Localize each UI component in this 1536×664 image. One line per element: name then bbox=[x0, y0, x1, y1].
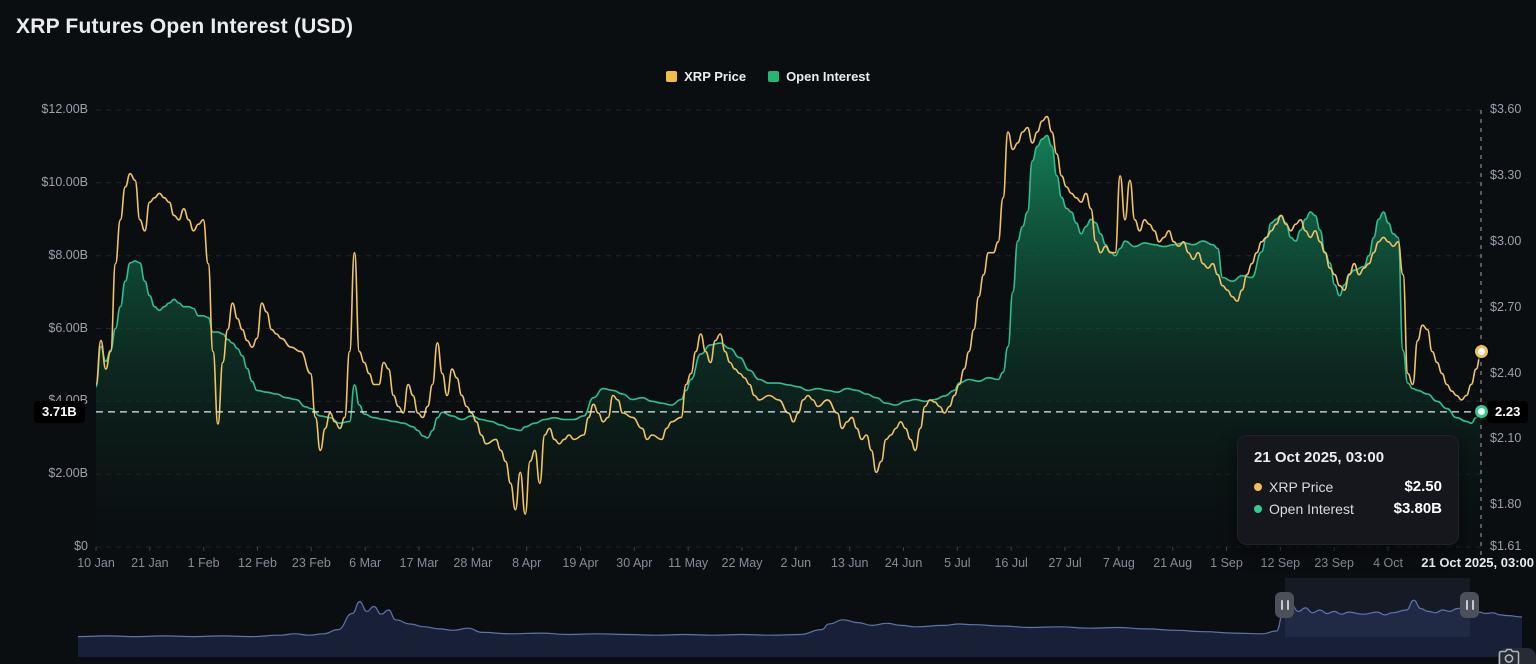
tooltip-label: XRP Price bbox=[1269, 479, 1333, 495]
x-axis-tick: 24 Jun bbox=[885, 556, 923, 570]
price-level-current-badge: 2.23 bbox=[1487, 401, 1528, 423]
open-interest-current-badge: 3.71B bbox=[34, 401, 85, 423]
y-axis-right-tick: $3.00 bbox=[1490, 234, 1521, 248]
x-axis-tick: 17 Mar bbox=[400, 556, 439, 570]
tooltip-label: Open Interest bbox=[1269, 501, 1354, 517]
y-axis-left-tick: $8.00B bbox=[16, 248, 88, 262]
x-axis-tick: 2 Jun bbox=[781, 556, 812, 570]
tooltip-value: $2.50 bbox=[1404, 478, 1442, 495]
crosshair-date-label: 21 Oct 2025, 03:00 bbox=[1421, 555, 1534, 570]
x-axis-tick: 6 Mar bbox=[349, 556, 381, 570]
y-axis-right-tick: $2.10 bbox=[1490, 431, 1521, 445]
x-axis-tick: 12 Sep bbox=[1261, 556, 1301, 570]
x-axis-tick: 1 Feb bbox=[188, 556, 220, 570]
x-axis-tick: 11 May bbox=[668, 556, 708, 570]
x-axis-tick: 23 Feb bbox=[292, 556, 331, 570]
y-axis-right-tick: $3.60 bbox=[1490, 102, 1521, 116]
tooltip-row-xrp-price: XRP Price $2.50 bbox=[1254, 478, 1442, 495]
chart-area: $0$2.00B$4.00B$6.00B$8.00B$10.00B$12.00B… bbox=[0, 0, 1536, 664]
x-axis-tick: 7 Aug bbox=[1103, 556, 1135, 570]
y-axis-right-tick: $3.30 bbox=[1490, 168, 1521, 182]
xrp-futures-dashboard: XRP Futures Open Interest (USD) XRP Pric… bbox=[0, 0, 1536, 664]
xrp-price-dot-icon bbox=[1254, 483, 1262, 491]
tooltip-date: 21 Oct 2025, 03:00 bbox=[1254, 449, 1442, 466]
x-axis-tick: 19 Apr bbox=[562, 556, 598, 570]
main-chart-plot[interactable] bbox=[0, 0, 1536, 664]
y-axis-left-tick: $6.00B bbox=[16, 321, 88, 335]
y-axis-left-tick: $0 bbox=[16, 539, 88, 553]
y-axis-left-tick: $2.00B bbox=[16, 466, 88, 480]
x-axis-tick: 23 Sep bbox=[1314, 556, 1354, 570]
open-interest-marker-dot bbox=[1475, 405, 1488, 418]
x-axis-tick: 12 Feb bbox=[238, 556, 277, 570]
x-axis-tick: 22 May bbox=[722, 556, 763, 570]
chart-tooltip: 21 Oct 2025, 03:00 XRP Price $2.50 Open … bbox=[1237, 435, 1459, 545]
y-axis-left-tick: $12.00B bbox=[16, 102, 88, 116]
x-axis-tick: 16 Jul bbox=[994, 556, 1027, 570]
tooltip-value: $3.80B bbox=[1394, 500, 1442, 517]
x-axis-tick: 21 Jan bbox=[131, 556, 169, 570]
x-axis-tick: 30 Apr bbox=[616, 556, 652, 570]
xrp-price-marker-dot bbox=[1475, 345, 1488, 358]
x-axis-tick: 1 Sep bbox=[1210, 556, 1243, 570]
navigator-right-handle[interactable] bbox=[1460, 592, 1479, 618]
x-axis-tick: 27 Jul bbox=[1048, 556, 1081, 570]
camera-icon bbox=[1498, 648, 1520, 664]
screenshot-button[interactable] bbox=[1498, 648, 1536, 664]
y-axis-left-tick: $10.00B bbox=[16, 175, 88, 189]
navigator-left-handle[interactable] bbox=[1275, 592, 1294, 618]
y-axis-right-tick: $2.70 bbox=[1490, 300, 1521, 314]
y-axis-right-tick: $2.40 bbox=[1490, 366, 1521, 380]
tooltip-row-open-interest: Open Interest $3.80B bbox=[1254, 500, 1442, 517]
x-axis-tick: 5 Jul bbox=[944, 556, 970, 570]
navigator-selected-window[interactable] bbox=[1285, 578, 1470, 637]
x-axis-tick: 13 Jun bbox=[831, 556, 869, 570]
y-axis-right-tick: $1.61 bbox=[1490, 539, 1521, 553]
x-axis-tick: 8 Apr bbox=[512, 556, 541, 570]
x-axis-tick: 4 Oct bbox=[1373, 556, 1403, 570]
open-interest-dot-icon bbox=[1254, 505, 1262, 513]
x-axis-tick: 10 Jan bbox=[77, 556, 115, 570]
x-axis-tick: 28 Mar bbox=[453, 556, 492, 570]
x-axis-tick: 21 Aug bbox=[1153, 556, 1192, 570]
y-axis-right-tick: $1.80 bbox=[1490, 497, 1521, 511]
